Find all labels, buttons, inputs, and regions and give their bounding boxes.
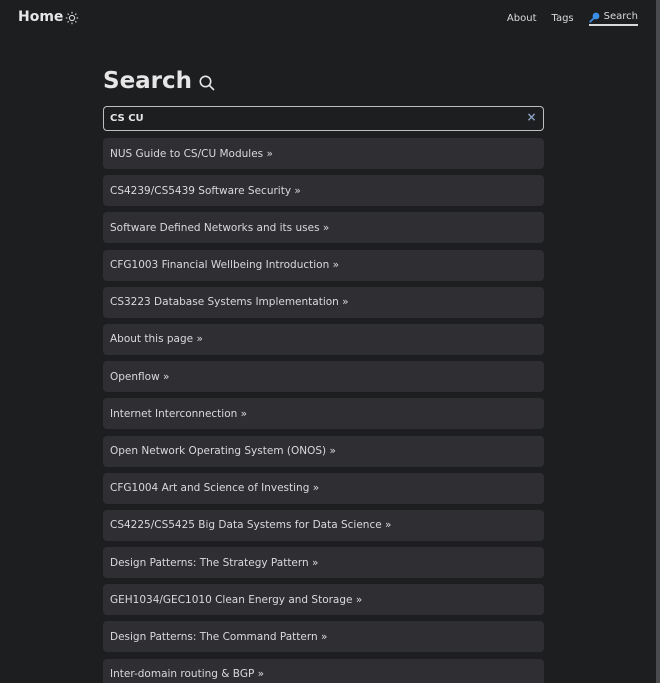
result-link[interactable]: Software Defined Networks and its uses » xyxy=(110,222,329,234)
top-nav: About Tags Search xyxy=(507,10,638,26)
list-item[interactable]: Open Network Operating System (ONOS) » xyxy=(103,435,544,467)
result-link[interactable]: NUS Guide to CS/CU Modules » xyxy=(110,148,273,160)
list-item[interactable]: Design Patterns: The Command Pattern » xyxy=(103,621,544,653)
search-input[interactable] xyxy=(110,109,510,127)
result-link[interactable]: CS4225/CS5425 Big Data Systems for Data … xyxy=(110,519,391,531)
nav-about[interactable]: About xyxy=(507,13,537,24)
nav-search[interactable]: Search xyxy=(588,11,638,26)
result-link[interactable]: CFG1004 Art and Science of Investing » xyxy=(110,482,319,494)
list-item[interactable]: CFG1003 Financial Wellbeing Introduction… xyxy=(103,249,544,281)
result-link[interactable]: Design Patterns: The Strategy Pattern » xyxy=(110,557,318,569)
close-icon[interactable]: × xyxy=(526,111,537,123)
scrollbar[interactable] xyxy=(656,0,660,683)
search-icon xyxy=(588,11,601,23)
list-item[interactable]: Inter-domain routing & BGP » xyxy=(103,658,544,683)
list-item[interactable]: Openflow » xyxy=(103,361,544,393)
page-title: Search xyxy=(103,68,193,94)
result-link[interactable]: Internet Interconnection » xyxy=(110,408,247,420)
result-link[interactable]: About this page » xyxy=(110,333,203,345)
result-link[interactable]: Openflow » xyxy=(110,371,169,383)
nav-search-label: Search xyxy=(603,11,638,22)
result-link[interactable]: CS4239/CS5439 Software Security » xyxy=(110,185,301,197)
list-item[interactable]: NUS Guide to CS/CU Modules » xyxy=(103,138,544,169)
search-box: × xyxy=(103,106,544,131)
site-header: Home About Tags Search xyxy=(18,8,638,28)
result-link[interactable]: Open Network Operating System (ONOS) » xyxy=(110,445,336,457)
page: Home About Tags Search Search CS CU × NU… xyxy=(0,0,660,683)
list-item[interactable]: CFG1004 Art and Science of Investing » xyxy=(103,472,544,504)
result-link[interactable]: Inter-domain routing & BGP » xyxy=(110,668,264,680)
title-row: Search xyxy=(103,66,216,96)
list-item[interactable]: About this page » xyxy=(103,323,544,355)
result-link[interactable]: CS3223 Database Systems Implementation » xyxy=(110,296,349,308)
result-link[interactable]: CFG1003 Financial Wellbeing Introduction… xyxy=(110,259,339,271)
list-item[interactable]: GEH1034/GEC1010 Clean Energy and Storage… xyxy=(103,584,544,616)
list-item[interactable]: CS3223 Database Systems Implementation » xyxy=(103,286,544,318)
scrollbar-thumb[interactable] xyxy=(656,0,660,683)
search-results: NUS Guide to CS/CU Modules » CS4239/CS54… xyxy=(103,138,544,683)
list-item[interactable]: Internet Interconnection » xyxy=(103,398,544,430)
sun-icon[interactable] xyxy=(65,10,79,25)
list-item[interactable]: Design Patterns: The Strategy Pattern » xyxy=(103,547,544,579)
list-item[interactable]: Software Defined Networks and its uses » xyxy=(103,212,544,244)
result-link[interactable]: GEH1034/GEC1010 Clean Energy and Storage… xyxy=(110,594,362,606)
result-link[interactable]: Design Patterns: The Command Pattern » xyxy=(110,631,327,643)
nav-tags[interactable]: Tags xyxy=(552,13,574,24)
home-link[interactable]: Home xyxy=(18,9,63,25)
search-icon xyxy=(198,74,216,92)
list-item[interactable]: CS4239/CS5439 Software Security » xyxy=(103,175,544,207)
list-item[interactable]: CS4225/CS5425 Big Data Systems for Data … xyxy=(103,509,544,541)
